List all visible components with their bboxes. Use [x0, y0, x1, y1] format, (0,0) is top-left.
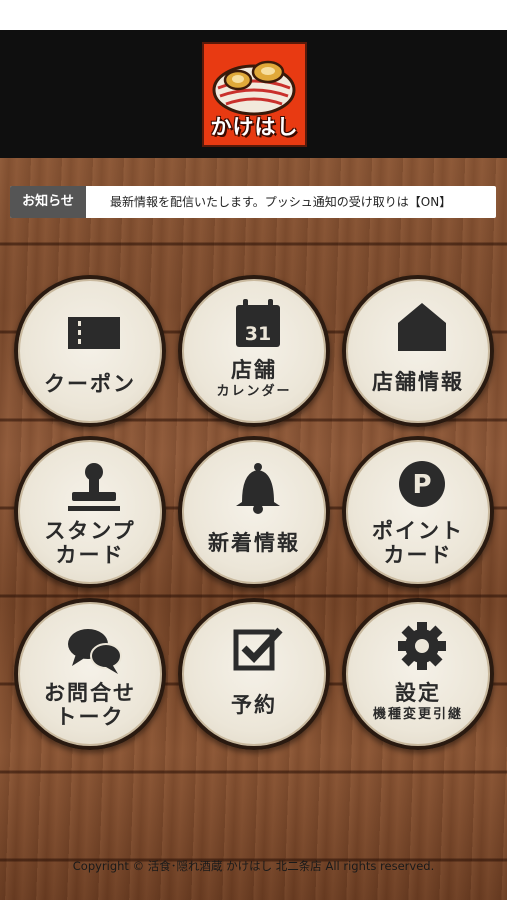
stamp-card-button[interactable]: スタンプ カード	[14, 436, 166, 588]
settings-label-2: 機種変更引継	[372, 707, 463, 722]
contact-talk-button[interactable]: お問合せ トーク	[14, 598, 166, 750]
point-card-label-2: カード	[383, 542, 453, 567]
status-strip	[0, 0, 507, 30]
stamp-card-label-1: スタンプ	[44, 518, 136, 543]
news-ticker[interactable]: お知らせ 最新情報を配信いたします。プッシュ通知の受け取りは【ON】	[10, 186, 496, 218]
calendar-icon: 31	[236, 299, 280, 347]
news-label-button: 新着情報	[208, 530, 300, 555]
coupon-label: クーポン	[44, 371, 136, 396]
gear-icon	[398, 622, 446, 670]
point-card-button[interactable]: P ポイント カード	[342, 436, 494, 588]
house-icon	[398, 303, 446, 351]
reservation-label: 予約	[231, 692, 277, 717]
store-info-label: 店舗情報	[372, 369, 464, 394]
news-text: 最新情報を配信いたします。プッシュ通知の受け取りは【ON】	[110, 195, 452, 209]
news-label: お知らせ	[10, 186, 86, 218]
app-header: かけはし	[0, 30, 507, 158]
ticket-icon	[68, 317, 120, 349]
store-info-button[interactable]: 店舗情報	[342, 275, 494, 427]
store-calendar-label-1: 店舗	[231, 357, 277, 382]
settings-button[interactable]: 設定 機種変更引継	[342, 598, 494, 750]
settings-label-1: 設定	[395, 680, 441, 705]
contact-talk-label-2: トーク	[55, 704, 125, 729]
logo-text: かけはし	[210, 114, 299, 139]
stamp-card-label-2: カード	[55, 542, 125, 567]
coupon-button[interactable]: クーポン	[14, 275, 166, 427]
store-calendar-label-2: カレンダー	[216, 384, 292, 399]
checkbox-icon	[233, 627, 283, 671]
copyright-footer: Copyright © 活食･隠れ酒蔵 かけはし 北二条店 All rights…	[72, 859, 435, 873]
app-logo: かけはし	[202, 42, 307, 147]
coin-letter: P	[412, 470, 431, 500]
reservation-button[interactable]: 予約	[178, 598, 330, 750]
bell-icon	[236, 463, 280, 514]
coin-icon: P	[399, 461, 445, 507]
store-calendar-button[interactable]: 31 店舗 カレンダー	[178, 275, 330, 427]
chat-icon	[68, 629, 122, 674]
calendar-day: 31	[245, 323, 271, 345]
point-card-label-1: ポイント	[372, 518, 464, 543]
news-button[interactable]: 新着情報	[178, 436, 330, 588]
contact-talk-label-1: お問合せ	[44, 680, 136, 705]
stamp-icon	[68, 463, 120, 511]
